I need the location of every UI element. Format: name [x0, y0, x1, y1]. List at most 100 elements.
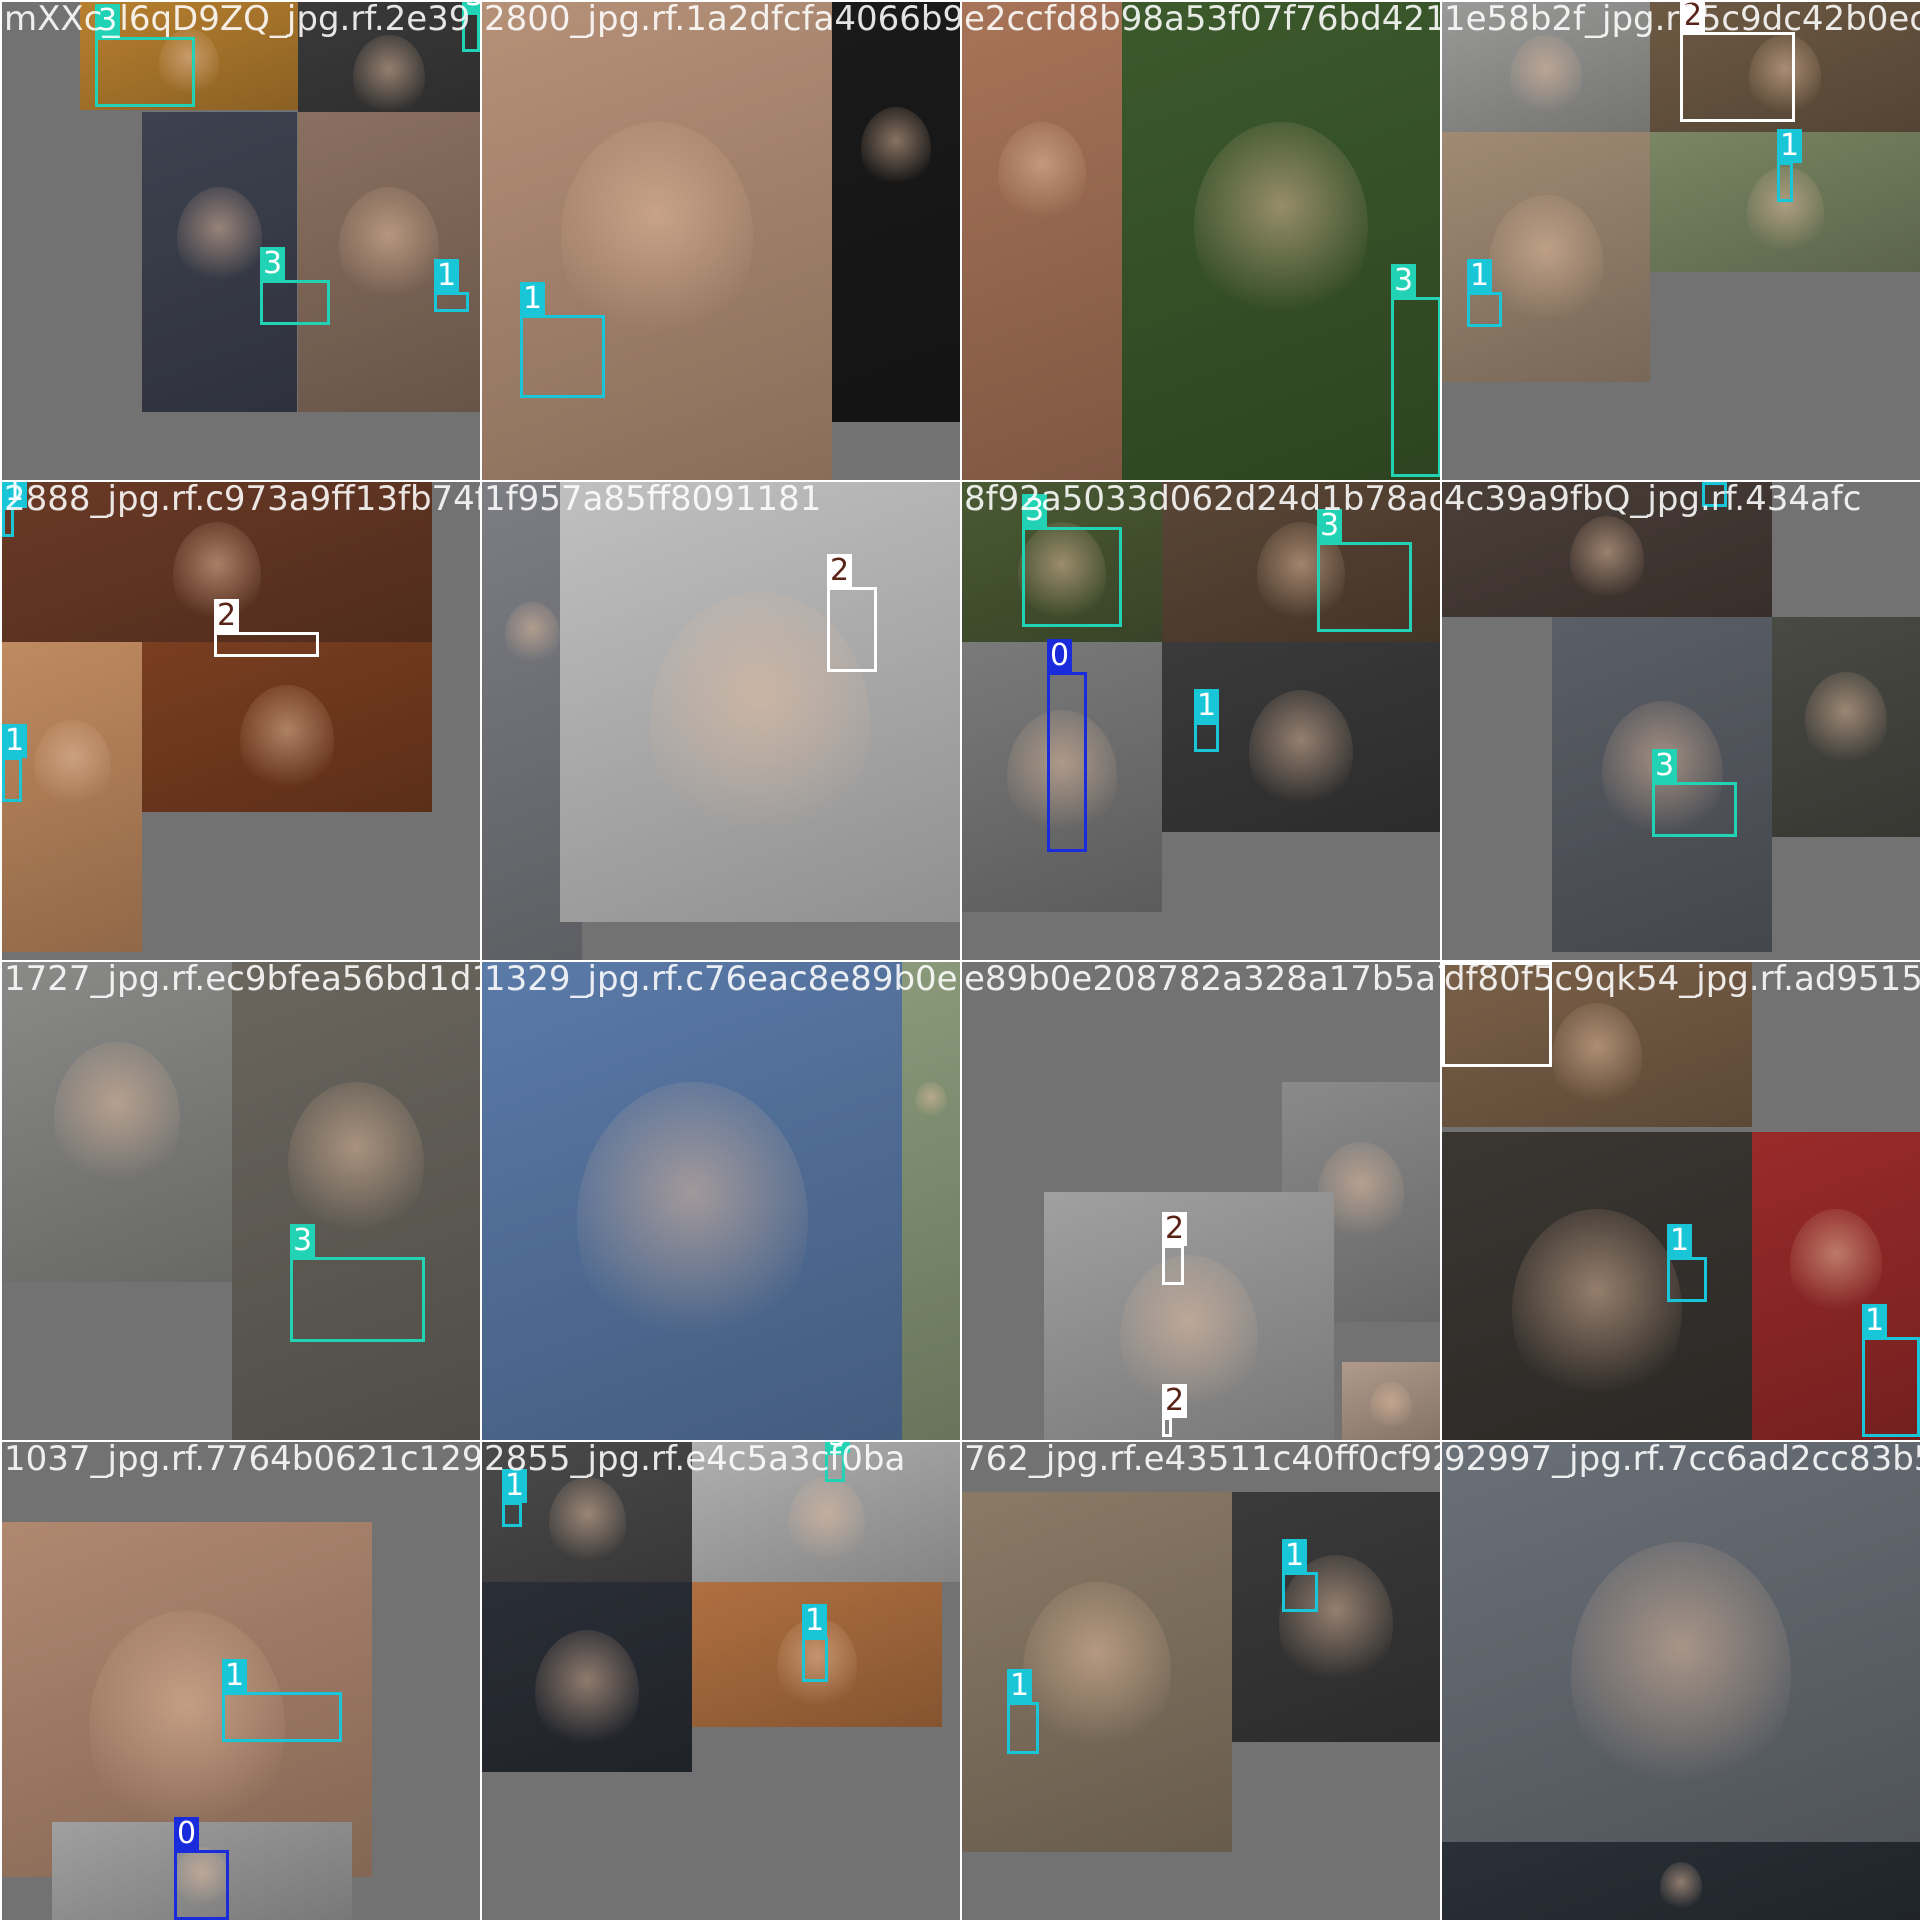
detection-class-label: 3 — [1317, 509, 1343, 543]
detection-box: 2 — [1680, 2, 1795, 122]
person-silhouette — [1510, 34, 1582, 121]
detection-class-label: 3 — [825, 1442, 851, 1453]
detection-box: 3 — [825, 1442, 851, 1482]
detection-box: 2 — [1162, 1212, 1188, 1285]
person-silhouette — [338, 187, 440, 308]
person-silhouette — [1369, 1381, 1413, 1433]
photo-tile — [832, 2, 960, 422]
detection-box: 0 — [1047, 639, 1087, 852]
mosaic-cell: 3e2ccfd8b98a53f07f76bd421e58b2f — [962, 2, 1440, 480]
photo-tile — [232, 962, 480, 1440]
detection-class-label: 1 — [802, 1604, 828, 1638]
detection-class-label: 0 — [174, 1817, 200, 1851]
detection-class-label: 1 — [502, 1469, 528, 1503]
mosaic-cell: 3 1727_jpg.rf.ec9bfea56bd1d13 — [2, 962, 480, 1440]
photo-tile — [2, 962, 232, 1282]
photo-tile — [962, 1492, 1232, 1852]
photo-tile — [560, 482, 960, 922]
person-silhouette — [33, 719, 111, 812]
detection-box: 3 — [260, 247, 330, 325]
detection-class-label: 3 — [462, 2, 480, 13]
person-silhouette — [576, 1081, 808, 1359]
mosaic-cell: 3331mXXc_l6qD9ZQ_jpg.rf.2e39 — [2, 2, 480, 480]
person-silhouette — [240, 684, 334, 797]
detection-box: 1 — [2, 482, 28, 537]
detection-class-label: 3 — [1652, 749, 1678, 783]
detection-box: 3 — [1317, 509, 1412, 632]
person-silhouette — [176, 187, 263, 290]
person-silhouette — [1512, 1209, 1682, 1413]
cell-filename: 1037_jpg.rf.7764b0621c129 — [4, 1442, 480, 1479]
detection-class-label: 2 — [1162, 1384, 1188, 1418]
detection-box: 2 — [214, 599, 319, 657]
detection-box: 3 — [1022, 494, 1122, 627]
detection-class-label: 1 — [1007, 1669, 1033, 1703]
person-silhouette — [53, 1042, 181, 1194]
detection-box: 0 — [174, 1817, 229, 1920]
detection-class-label: 2 — [1680, 2, 1706, 33]
detection-class-label: 3 — [260, 247, 286, 281]
cell-filename: e89b0e208782a328a17b5a7a5ad251 — [964, 962, 1440, 999]
mosaic-grid: 3331mXXc_l6qD9ZQ_jpg.rf.2e3912800_jpg.rf… — [0, 0, 1920, 1920]
person-silhouette — [534, 1629, 640, 1755]
photo-tile — [2, 642, 142, 952]
detection-class-label: 2 — [1442, 962, 1468, 963]
person-silhouette — [1569, 515, 1645, 605]
detection-box: 1 — [1007, 1669, 1039, 1754]
mosaic-cell: 3112855_jpg.rf.e4c5a3cf0ba — [482, 1442, 960, 1920]
detection-class-label: 1 — [222, 1659, 248, 1693]
detection-box: 1 — [1282, 1539, 1318, 1612]
photo-tile — [1442, 1442, 1920, 1842]
detection-class-label: 1 — [1194, 689, 1220, 723]
person-silhouette — [1193, 121, 1369, 332]
detection-box: 3 — [290, 1224, 425, 1342]
person-silhouette — [1551, 1003, 1643, 1113]
person-silhouette — [504, 601, 560, 668]
photo-tile — [1232, 1492, 1440, 1742]
detection-box: 1 — [1777, 129, 1803, 202]
detection-class-label: 3 — [1022, 494, 1048, 528]
detection-box: 1 — [222, 1659, 342, 1742]
person-silhouette — [1022, 1582, 1172, 1761]
photo-tile — [142, 642, 432, 812]
person-silhouette — [1571, 1542, 1791, 1806]
mosaic-cell: 2 2 e89b0e208782a328a17b5a7a5ad251 — [962, 962, 1440, 1440]
detection-box: 1 — [1467, 259, 1502, 327]
detection-box: 1 — [434, 259, 469, 312]
mosaic-cell: 2 1f957a85ff8091181 — [482, 482, 960, 960]
detection-box: 1 — [502, 1469, 528, 1527]
detection-box: 1 — [520, 282, 605, 398]
detection-class-label: 3 — [290, 1224, 316, 1258]
photo-tile — [482, 1582, 692, 1772]
mosaic-cell: 211df80f5c9qk54_jpg.rf.ad9515e — [1442, 962, 1920, 1440]
detection-box: 2 — [1442, 962, 1552, 1067]
photo-tile — [902, 962, 960, 1440]
detection-class-label: 1 — [1862, 1304, 1888, 1338]
mosaic-cell: 1 1 762_jpg.rf.e43511c40ff0cf92 — [962, 1442, 1440, 1920]
mosaic-cell: 2 1 1 1e58b2f_jpg.rf.5c9dc42b0ec03 — [1442, 2, 1920, 480]
detection-box: 2 — [1162, 1384, 1188, 1437]
detection-class-label: 1 — [2, 482, 28, 508]
photo-tile — [482, 962, 902, 1440]
detection-box: 2 — [827, 554, 877, 672]
detection-class-label: 3 — [1391, 264, 1417, 298]
detection-box: 1 — [1667, 1224, 1707, 1302]
mosaic-cell: 134c39a9fbQ_jpg.rf.434afc — [1442, 482, 1920, 960]
mosaic-cell: 1122888_jpg.rf.c973a9ff13fb74f4396e43c7f… — [2, 482, 480, 960]
detection-class-label: 2 — [827, 554, 853, 588]
detection-class-label: 0 — [1047, 639, 1073, 673]
photo-tile — [1772, 617, 1920, 837]
detection-box: 3 — [1391, 264, 1440, 477]
photo-tile — [962, 2, 1122, 480]
person-silhouette — [1488, 194, 1604, 332]
person-silhouette — [998, 121, 1086, 228]
photo-tile — [1442, 2, 1650, 132]
detection-box: 1 — [1702, 482, 1728, 507]
detection-class-label: 1 — [1667, 1224, 1693, 1258]
mosaic-cell: 3 3 0 1 8f92a5033d062d24d1b78ac08 — [962, 482, 1440, 960]
detection-class-label: 1 — [434, 259, 460, 293]
person-silhouette — [915, 1081, 947, 1120]
detection-class-label: 1 — [1467, 259, 1493, 293]
detection-box: 1 — [1862, 1304, 1920, 1437]
detection-box: 1 — [1194, 689, 1220, 752]
